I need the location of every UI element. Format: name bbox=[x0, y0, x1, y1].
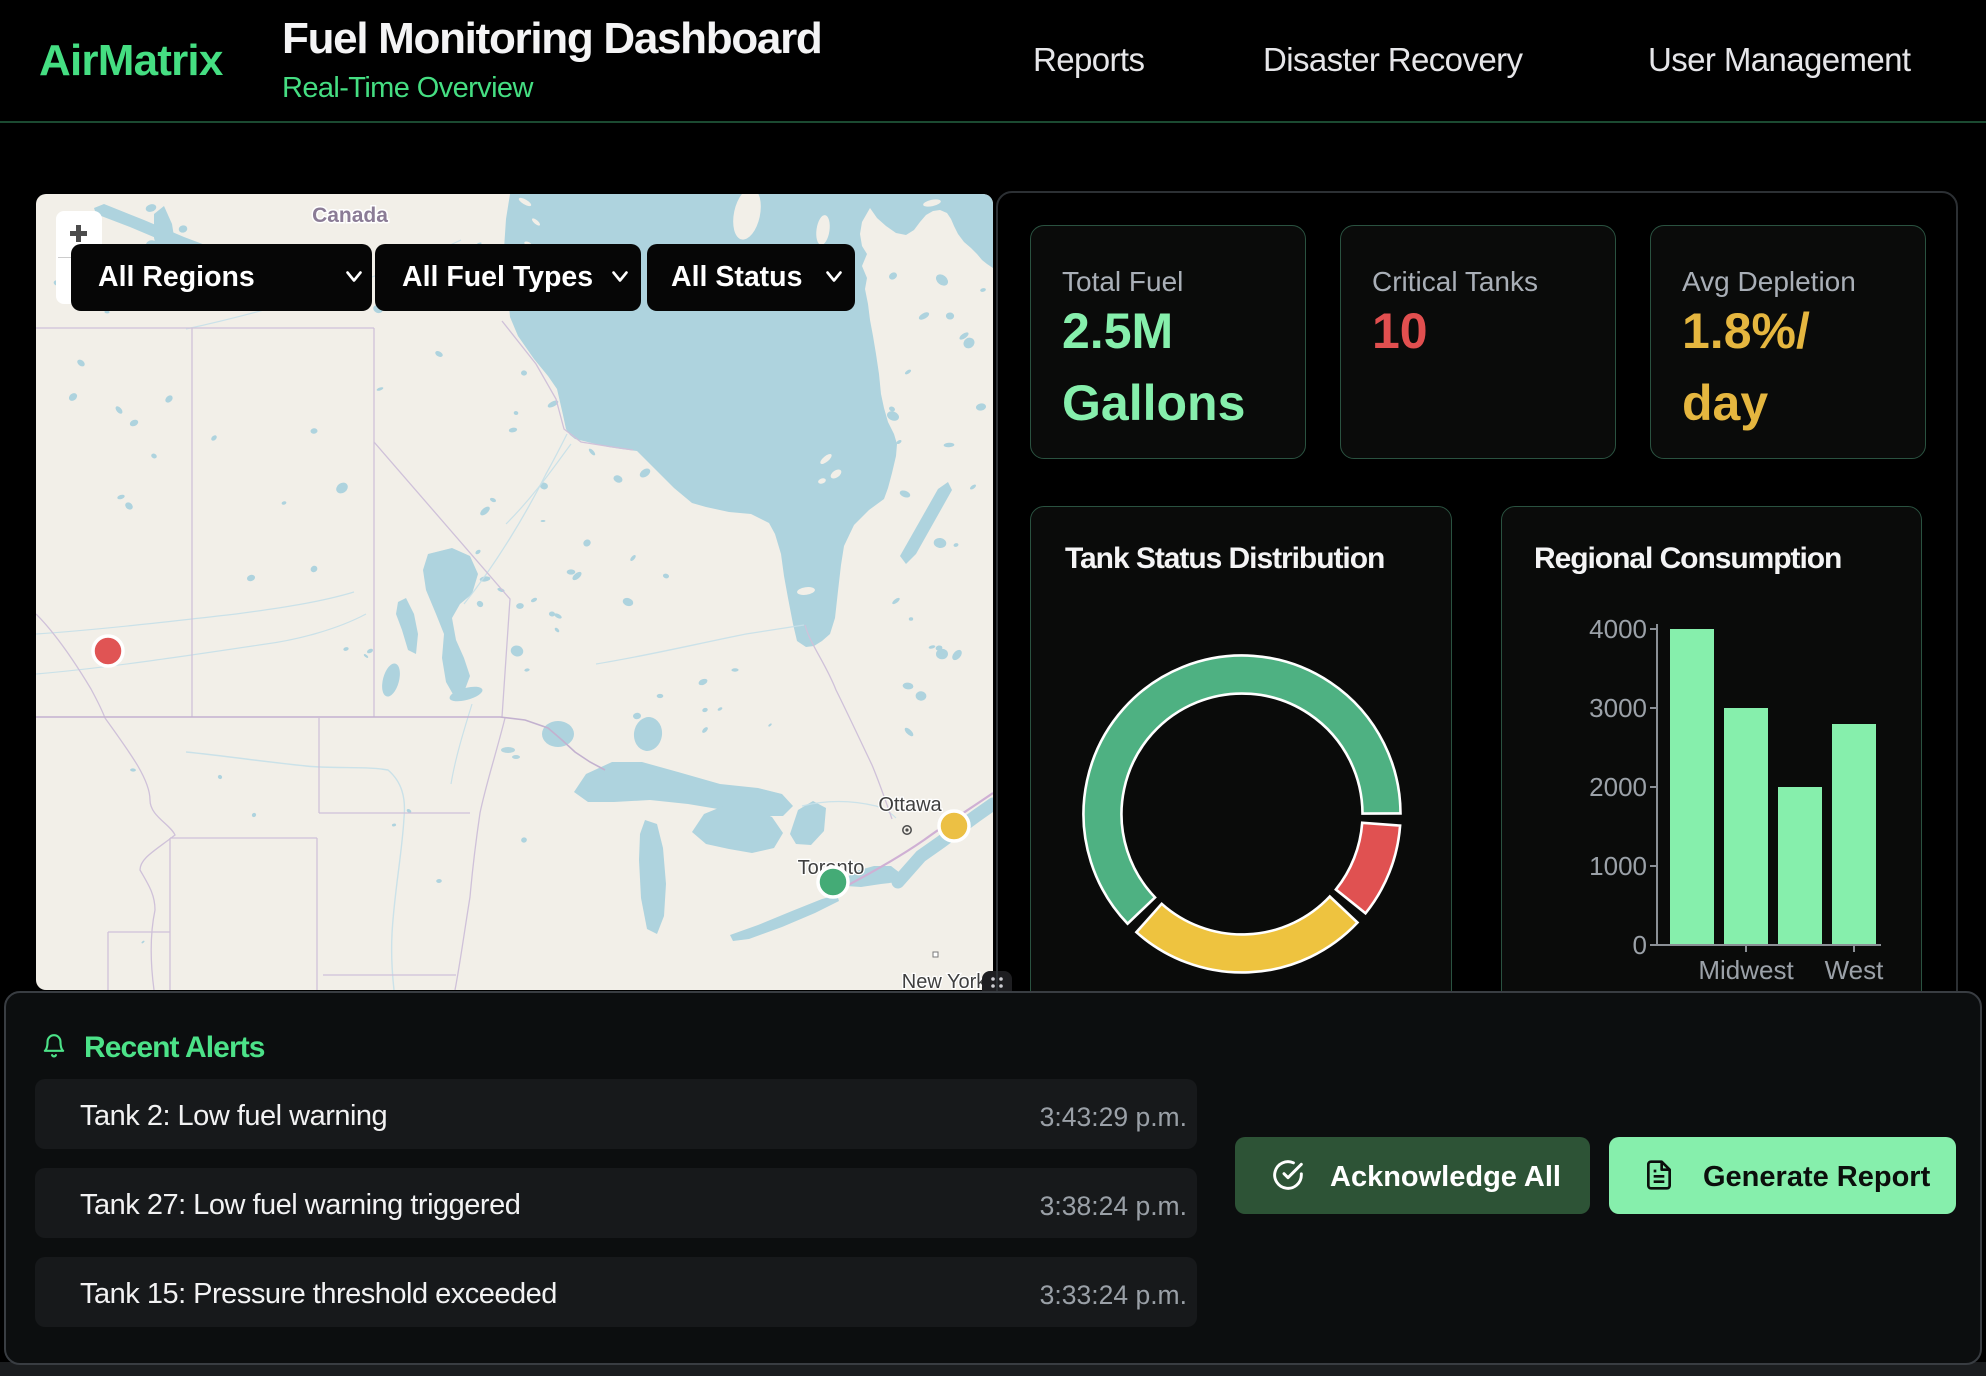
svg-text:1000: 1000 bbox=[1589, 851, 1647, 881]
svg-text:3000: 3000 bbox=[1589, 693, 1647, 723]
svg-text:Ottawa: Ottawa bbox=[878, 794, 942, 816]
svg-text:Midwest: Midwest bbox=[1698, 955, 1794, 985]
svg-text:0: 0 bbox=[1633, 930, 1647, 960]
svg-text:2000: 2000 bbox=[1589, 772, 1647, 802]
svg-text:4000: 4000 bbox=[1589, 614, 1647, 644]
svg-text:New York: New York bbox=[902, 971, 987, 990]
svg-text:Canada: Canada bbox=[312, 204, 388, 227]
svg-text:West: West bbox=[1825, 955, 1885, 985]
